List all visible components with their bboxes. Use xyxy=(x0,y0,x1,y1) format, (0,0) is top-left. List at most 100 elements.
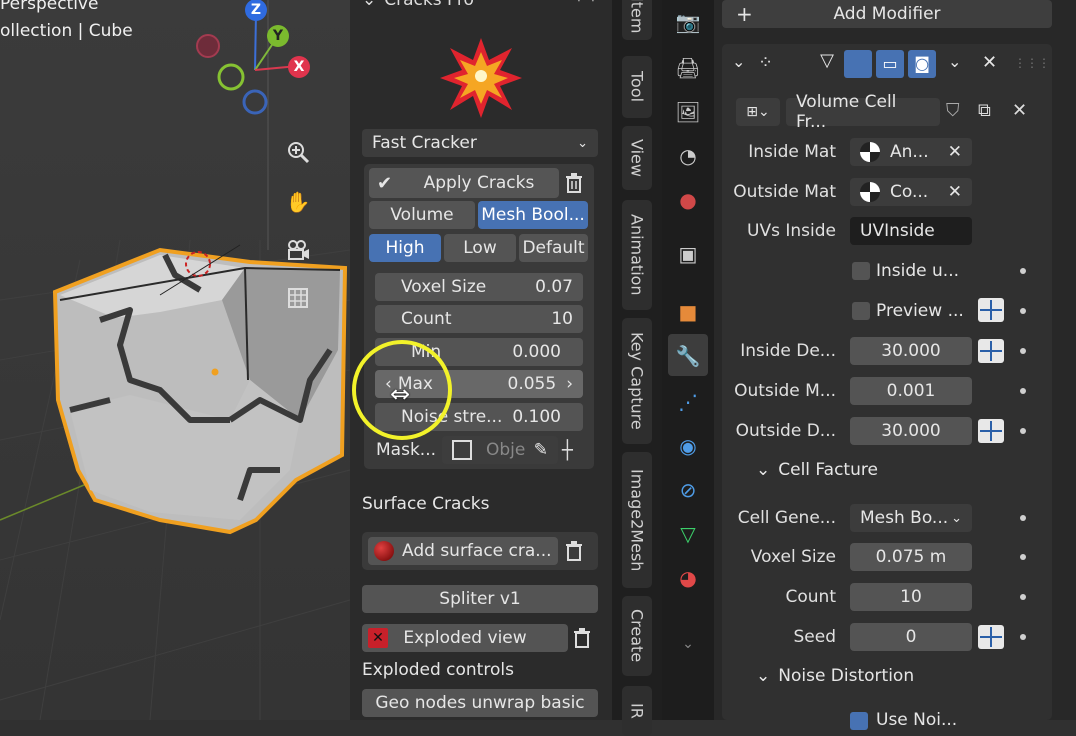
clear-icon[interactable]: ✕ xyxy=(948,182,962,202)
quality-high-toggle[interactable]: High xyxy=(369,234,441,262)
fake-user-shield-icon[interactable]: ⛉ xyxy=(946,100,960,121)
count-field[interactable]: 10 xyxy=(850,583,972,611)
keyframe-dot-icon[interactable] xyxy=(1020,554,1026,560)
keyframe-dot-icon[interactable] xyxy=(1020,634,1026,640)
collapse-chevron-icon[interactable]: ⌄ xyxy=(732,52,745,71)
keyframe-dot-icon[interactable] xyxy=(1020,515,1026,521)
increment-arrow-icon[interactable]: › xyxy=(566,374,573,394)
volume-toggle[interactable]: Volume xyxy=(369,201,475,229)
add-surface-cracks-button[interactable]: Add surface cra... xyxy=(368,537,558,565)
navigation-gizmo[interactable]: Z Y X xyxy=(190,0,320,120)
node-tree-icon[interactable]: ⊞⌄ xyxy=(736,98,780,126)
gizmo-z-icon[interactable]: Z xyxy=(245,0,267,21)
ortho-grid-icon[interactable] xyxy=(280,280,316,316)
drag-handle-icon[interactable]: ⋮⋮⋮ xyxy=(1014,56,1050,70)
attribute-toggle-icon[interactable] xyxy=(978,419,1004,443)
crosshair-icon[interactable]: ┼ xyxy=(562,440,573,461)
voxel-size-field[interactable]: 0.075 m xyxy=(850,543,972,571)
tab-ir[interactable]: IR xyxy=(622,686,652,736)
inside-de-field[interactable]: 30.000 xyxy=(850,337,972,365)
quality-low-toggle[interactable]: Low xyxy=(444,234,516,262)
preview-checkbox[interactable] xyxy=(852,302,870,320)
inside-mat-field[interactable]: An... ✕ xyxy=(850,138,972,166)
cell-gene-dropdown[interactable]: Mesh Bo... ⌄ xyxy=(850,504,972,532)
quality-default-toggle[interactable]: Default xyxy=(519,234,588,262)
tab-animation[interactable]: Animation xyxy=(622,200,652,310)
output-properties-icon[interactable]: 🖨 xyxy=(674,54,702,82)
attribute-toggle-icon[interactable] xyxy=(978,298,1004,322)
cell-facture-title: Cell Facture xyxy=(778,460,878,480)
viewport-display-icon[interactable]: ▭ xyxy=(876,50,904,78)
tab-tool[interactable]: Tool xyxy=(622,56,652,118)
apply-cracks-button[interactable]: ✔ Apply Cracks xyxy=(369,168,559,198)
particles-icon[interactable]: ⋰ xyxy=(674,388,702,416)
render-camera-icon[interactable]: ◙ xyxy=(908,50,936,78)
uvs-inside-field[interactable]: UVInside xyxy=(850,217,972,245)
collection-properties-icon[interactable]: ▣ xyxy=(674,240,702,268)
cell-facture-header[interactable]: ⌄ Cell Facture xyxy=(756,460,878,480)
eyedropper-icon[interactable]: ✎ xyxy=(534,440,548,460)
add-modifier-button[interactable]: + Add Modifier xyxy=(722,0,1052,28)
noise-distortion-header[interactable]: ⌄ Noise Distortion xyxy=(756,666,914,686)
outside-d-field[interactable]: 30.000 xyxy=(850,417,972,445)
close-icon[interactable]: ✕ xyxy=(982,52,997,73)
constraints-icon[interactable]: ⊘ xyxy=(674,476,702,504)
drag-handle-icon[interactable]: ⋮⋮ xyxy=(572,0,600,4)
keyframe-dot-icon[interactable] xyxy=(1020,268,1026,274)
clear-icon[interactable]: ✕ xyxy=(948,142,962,162)
chevron-down-icon[interactable]: ⌄ xyxy=(948,52,961,71)
attribute-toggle-icon[interactable] xyxy=(978,625,1004,649)
world-properties-icon[interactable]: ● xyxy=(674,186,702,214)
outside-mat-field[interactable]: Co... ✕ xyxy=(850,178,972,206)
trash-icon[interactable] xyxy=(570,626,594,650)
scene-properties-icon[interactable]: ◔ xyxy=(674,142,702,170)
gizmo-y-icon[interactable]: Y xyxy=(267,25,289,47)
panel-header[interactable]: ⌄ Cracks Pro xyxy=(362,0,474,14)
edit-mode-icon[interactable]: ▽ xyxy=(814,50,840,76)
mesh-bool-toggle[interactable]: Mesh Bool... xyxy=(478,201,588,229)
exploded-view-button[interactable]: ✕ Exploded view xyxy=(362,624,568,652)
keyframe-dot-icon[interactable] xyxy=(1020,594,1026,600)
inside-u-checkbox[interactable] xyxy=(852,262,870,280)
seed-field[interactable]: 0 xyxy=(850,623,972,651)
render-properties-icon[interactable]: 📷 xyxy=(674,8,702,36)
geo-nodes-unwrap-button[interactable]: Geo nodes unwrap basic xyxy=(362,689,598,717)
unlink-close-icon[interactable]: ✕ xyxy=(1012,100,1027,121)
tab-image2mesh[interactable]: Image2Mesh xyxy=(622,452,652,588)
collapse-chevron-icon[interactable]: ⌄ xyxy=(362,0,376,10)
wrench-modifier-icon[interactable]: 🔧 xyxy=(674,342,702,370)
hand-pan-icon[interactable]: ✋ xyxy=(280,184,316,220)
object-properties-icon[interactable]: ■ xyxy=(674,298,702,326)
duplicate-icon[interactable]: ⧉ xyxy=(978,100,991,121)
trash-icon[interactable] xyxy=(562,171,586,195)
outside-m-field[interactable]: 0.001 xyxy=(850,377,972,405)
3d-viewport[interactable]: Perspective ollection | Cube Z Y X ✋ xyxy=(0,0,350,720)
physics-icon[interactable]: ◉ xyxy=(674,432,702,460)
object-data-icon[interactable]: ▽ xyxy=(674,520,702,548)
keyframe-dot-icon[interactable] xyxy=(1020,428,1026,434)
mode-dropdown[interactable]: Fast Cracker ⌄ xyxy=(362,129,598,157)
chevron-down-icon[interactable]: ⌄ xyxy=(674,630,702,658)
node-group-field[interactable]: Volume Cell Fr... xyxy=(786,92,940,132)
tab-view[interactable]: View xyxy=(622,126,652,190)
view-layer-icon[interactable]: 🖼 xyxy=(674,98,702,126)
min-value: 0.000 xyxy=(512,342,561,362)
zoom-icon[interactable] xyxy=(280,134,316,170)
keyframe-dot-icon[interactable] xyxy=(1020,348,1026,354)
tab-key-capture[interactable]: Key Capture xyxy=(622,318,652,444)
voxel-size-field[interactable]: Voxel Size 0.07 xyxy=(375,273,583,301)
spliter-button[interactable]: Spliter v1 xyxy=(362,585,598,613)
attribute-toggle-icon[interactable] xyxy=(978,339,1004,363)
material-icon[interactable]: ◕ xyxy=(674,564,702,592)
tab-item[interactable]: Item xyxy=(622,0,652,40)
gizmo-x-icon[interactable]: X xyxy=(288,56,310,78)
count-field[interactable]: Count 10 xyxy=(375,305,583,333)
camera-view-icon[interactable] xyxy=(280,232,316,268)
trash-icon[interactable] xyxy=(562,539,586,563)
use-noise-checkbox[interactable] xyxy=(850,712,868,730)
tab-create[interactable]: Create xyxy=(622,596,652,676)
keyframe-dot-icon[interactable] xyxy=(1020,308,1026,314)
keyframe-dot-icon[interactable] xyxy=(1020,388,1026,394)
mask-object-field[interactable]: Obje ✎ xyxy=(442,436,558,464)
on-cage-toggle[interactable] xyxy=(844,50,872,78)
